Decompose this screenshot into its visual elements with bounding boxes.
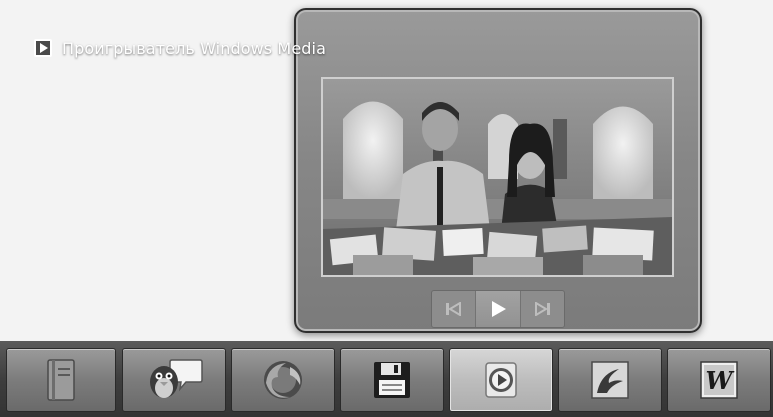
notebook-icon bbox=[47, 359, 75, 401]
skip-next-icon bbox=[535, 302, 551, 316]
video-frame-image bbox=[323, 79, 672, 275]
playback-controls bbox=[431, 290, 565, 328]
taskbar-firefox[interactable] bbox=[231, 348, 335, 412]
windows-media-player-icon bbox=[485, 362, 517, 398]
windows-media-player-icon bbox=[34, 39, 52, 57]
flash-icon bbox=[591, 361, 629, 399]
previous-track-button[interactable] bbox=[432, 291, 477, 327]
play-icon bbox=[491, 301, 506, 317]
floppy-disk-icon bbox=[374, 362, 410, 398]
svg-text:W: W bbox=[706, 366, 735, 395]
preview-title-bar: Проигрыватель Windows Media bbox=[34, 37, 326, 59]
taskbar-notebook[interactable] bbox=[6, 348, 116, 412]
firefox-icon bbox=[264, 361, 302, 399]
taskbar-chat[interactable] bbox=[122, 348, 226, 412]
taskbar-flash[interactable] bbox=[558, 348, 662, 412]
taskbar-save[interactable] bbox=[340, 348, 444, 412]
next-track-button[interactable] bbox=[521, 291, 564, 327]
skip-previous-icon bbox=[445, 302, 461, 316]
taskbar-word[interactable]: W bbox=[667, 348, 771, 412]
chat-messenger-icon bbox=[150, 359, 203, 398]
word-icon: W bbox=[700, 361, 738, 399]
taskbar-media-player[interactable] bbox=[449, 348, 553, 412]
preview-title: Проигрыватель Windows Media bbox=[62, 38, 326, 58]
play-button[interactable] bbox=[476, 291, 521, 327]
video-preview[interactable] bbox=[321, 77, 674, 277]
